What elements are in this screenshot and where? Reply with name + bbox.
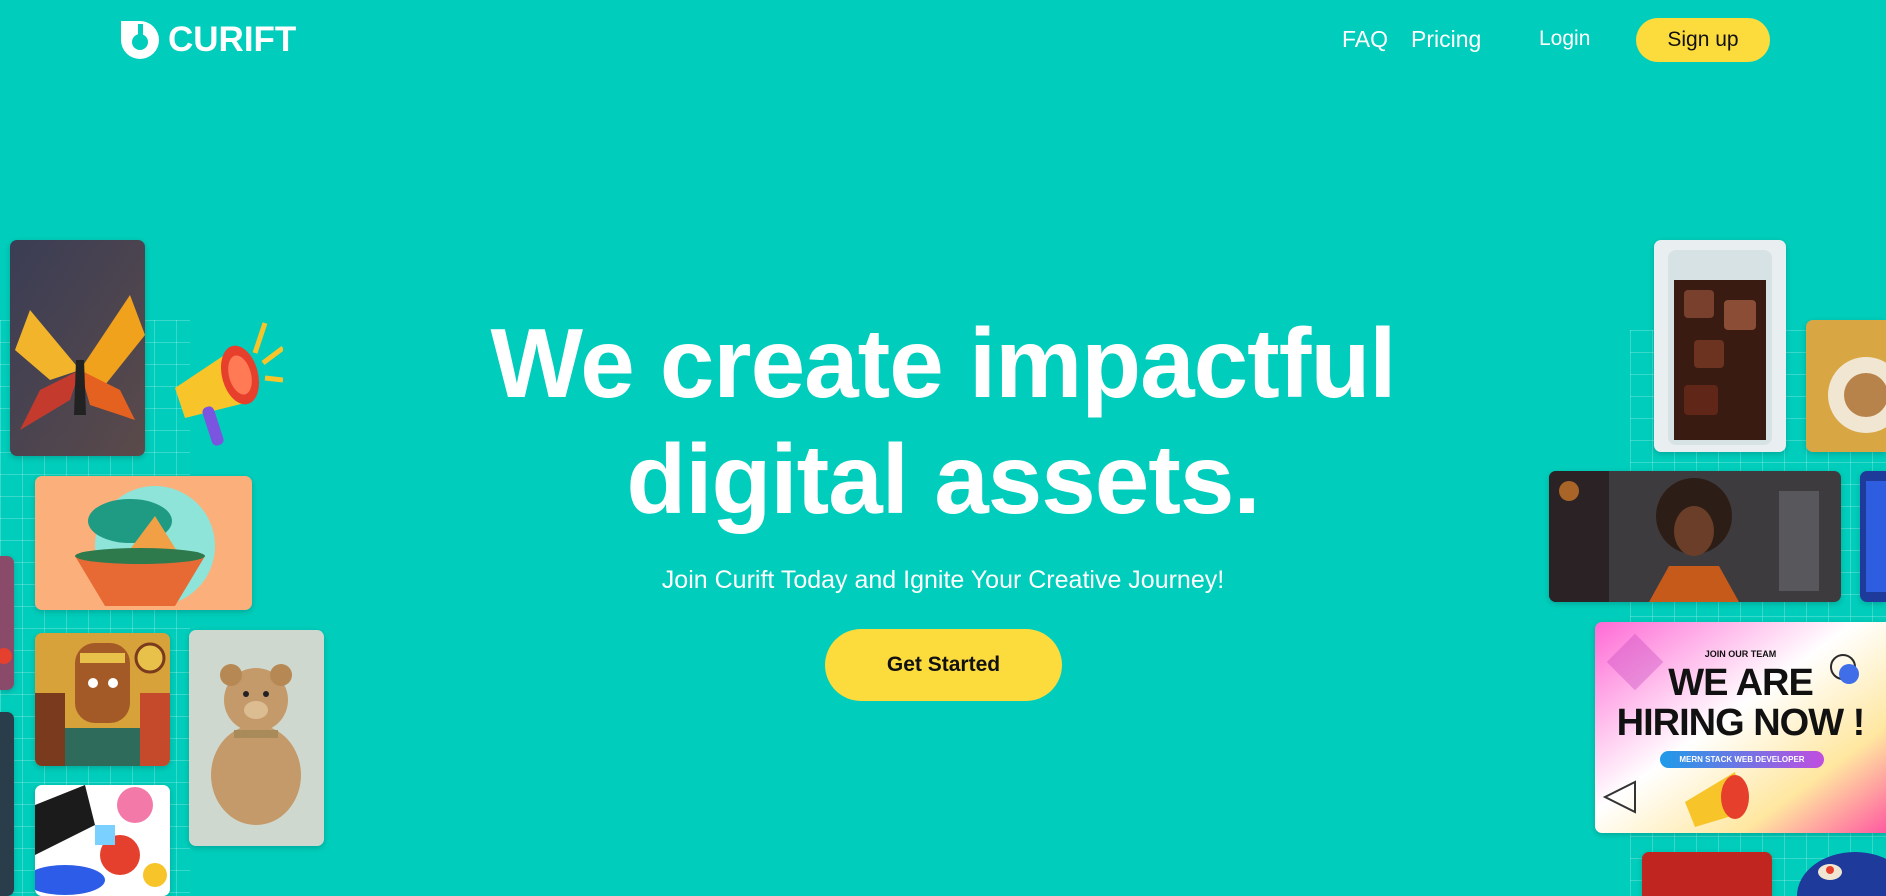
signup-button[interactable]: Sign up	[1636, 18, 1770, 62]
teddy-bear-image	[189, 630, 324, 846]
curift-logo-icon	[121, 21, 159, 59]
hero-subtitle: Join Curift Today and Ignite Your Creati…	[661, 566, 1225, 594]
nav-pricing-link[interactable]: Pricing	[1411, 26, 1481, 53]
left-edge-image-2	[0, 712, 14, 896]
hiring-card: JOIN OUR TEAM WE ARE HIRING NOW ! MERN S…	[1595, 622, 1886, 833]
hiring-headline-2: HIRING NOW !	[1616, 702, 1866, 744]
blue-bowl-image	[1795, 850, 1886, 896]
red-card-image	[1642, 852, 1772, 896]
nav-login-link[interactable]: Login	[1539, 27, 1590, 51]
get-started-button[interactable]: Get Started	[825, 629, 1062, 701]
hiring-kicker: JOIN OUR TEAM	[1704, 649, 1777, 659]
site-header: CURIFT FAQ Pricing Login Sign up	[0, 0, 1886, 80]
nav-faq-link[interactable]: FAQ	[1342, 26, 1388, 53]
hiring-headline-1: WE ARE	[1668, 662, 1814, 704]
hiring-role-badge: MERN STACK WEB DEVELOPER	[1660, 751, 1824, 768]
brand-name: CURIFT	[168, 20, 297, 59]
tribal-art-image	[35, 633, 170, 766]
hero-title-line-1: We create impactful	[490, 308, 1396, 418]
hero-title-line-2: digital assets.	[626, 424, 1260, 534]
hero-title: We create impactful digital assets.	[0, 305, 1886, 537]
colorful-pattern-image	[35, 785, 170, 896]
brand-logo[interactable]: CURIFT	[118, 18, 296, 62]
